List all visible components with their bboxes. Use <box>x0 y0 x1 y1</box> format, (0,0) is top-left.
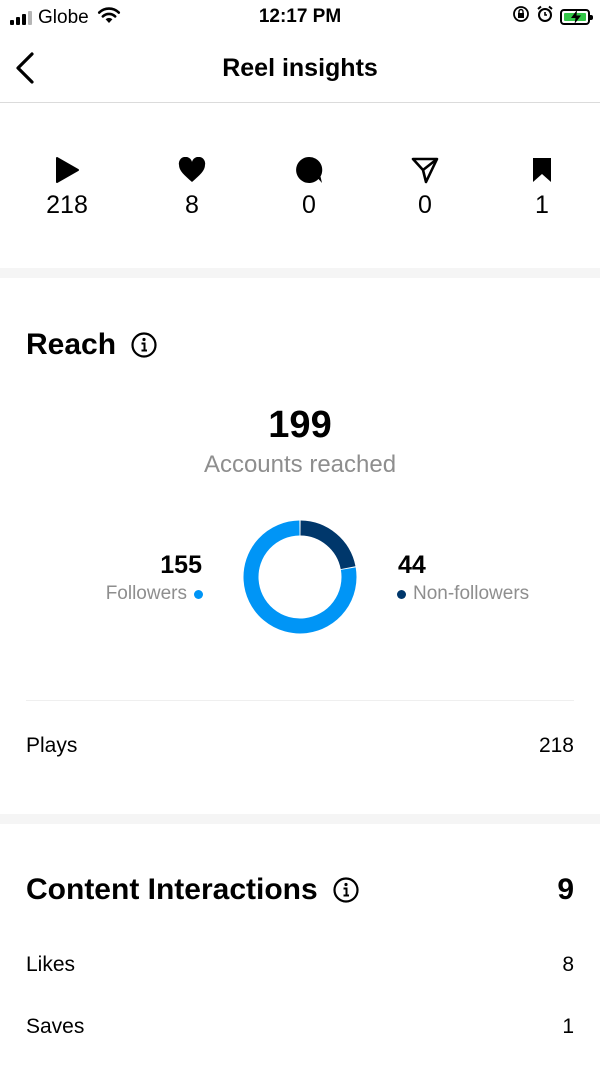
section-divider <box>0 268 600 278</box>
metric-value: 1 <box>535 191 549 219</box>
page-title: Reel insights <box>222 54 378 82</box>
content-interactions-title: Content Interactions <box>26 873 318 906</box>
divider <box>26 700 574 701</box>
info-icon[interactable] <box>332 876 360 904</box>
section-divider <box>0 814 600 824</box>
metric-saves: 1 <box>482 153 600 220</box>
plays-label: Plays <box>26 734 78 757</box>
alarm-icon <box>536 5 554 28</box>
non-followers-legend: Non-followers <box>397 583 529 605</box>
status-time: 12:17 PM <box>258 6 342 27</box>
metric-shares: 0 <box>365 153 485 220</box>
status-bar: Globe 12:17 PM <box>0 0 600 34</box>
metric-value: 0 <box>302 191 316 219</box>
metric-plays: 218 <box>7 153 127 220</box>
metric-value: 8 <box>185 191 199 219</box>
likes-label: Likes <box>26 953 76 976</box>
followers-label: Followers <box>105 583 187 604</box>
info-icon[interactable] <box>130 331 158 359</box>
accounts-reached-value: 199 <box>268 404 332 446</box>
content-interactions-total: 9 <box>557 873 574 906</box>
donut-slice-non-followers <box>300 520 356 570</box>
save-icon <box>482 153 600 187</box>
followers-legend: Followers <box>106 583 203 605</box>
saves-row: Saves 1 <box>26 1015 574 1039</box>
reach-title: Reach <box>26 328 117 361</box>
play-icon <box>7 153 127 187</box>
content-interactions-section-title: Content Interactions <box>26 873 360 907</box>
orientation-lock-icon <box>512 5 530 28</box>
comment-icon <box>249 153 369 187</box>
saves-label: Saves <box>26 1015 85 1038</box>
battery-icon <box>560 8 593 25</box>
followers-value: 155 <box>160 551 202 579</box>
likes-value: 8 <box>562 953 574 976</box>
saves-value: 1 <box>562 1015 574 1038</box>
likes-row: Likes 8 <box>26 953 574 977</box>
accounts-reached-label: Accounts reached <box>203 451 397 478</box>
metric-likes: 8 <box>132 153 252 220</box>
share-icon <box>365 153 485 187</box>
non-followers-label: Non-followers <box>413 583 530 604</box>
non-followers-value: 44 <box>398 551 426 579</box>
metrics-row: 218 8 0 0 1 <box>0 103 600 268</box>
plays-value: 218 <box>538 734 574 757</box>
reach-section-title: Reach <box>26 328 158 362</box>
non-followers-dot <box>397 589 406 599</box>
metric-comments: 0 <box>249 153 369 220</box>
metric-value: 218 <box>46 191 88 219</box>
metric-value: 0 <box>418 191 432 219</box>
reach-donut-chart <box>243 520 357 634</box>
plays-row: Plays 218 <box>26 734 574 758</box>
heart-icon <box>132 153 252 187</box>
followers-dot <box>194 589 203 599</box>
header: Reel insights <box>0 34 600 103</box>
